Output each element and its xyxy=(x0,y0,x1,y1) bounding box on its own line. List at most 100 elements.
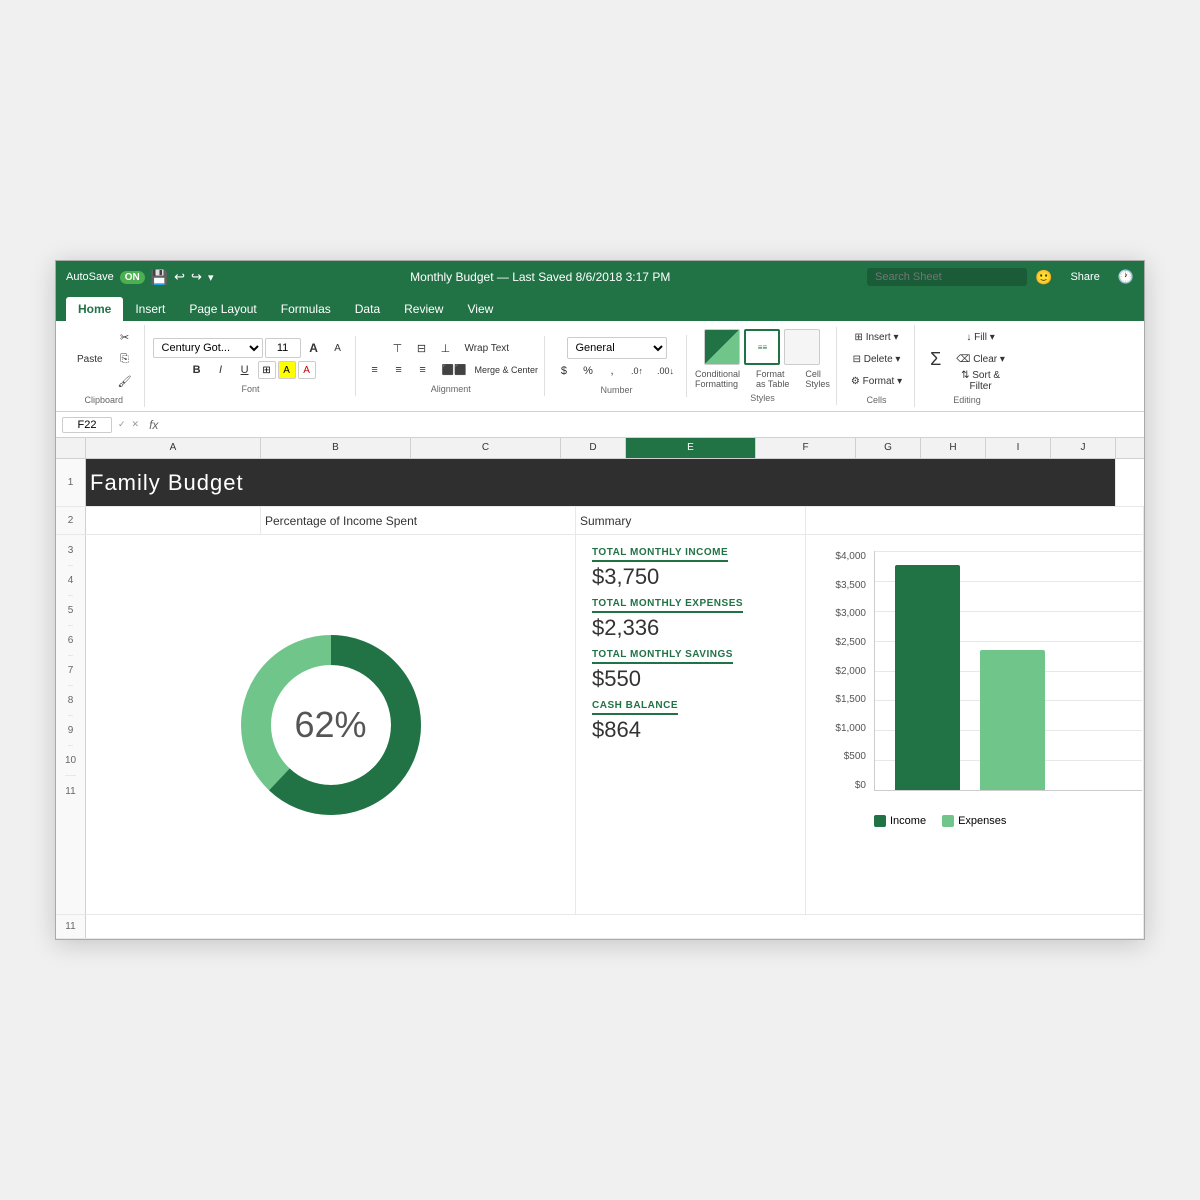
underline-button[interactable]: U xyxy=(234,360,256,380)
income-bar[interactable] xyxy=(895,565,960,790)
col-header-i[interactable]: I xyxy=(986,438,1051,458)
cell-11-empty[interactable] xyxy=(86,915,1144,938)
align-right-button[interactable]: ≡ xyxy=(412,360,434,380)
bold-button[interactable]: B xyxy=(186,360,208,380)
align-center-button[interactable]: ≡ xyxy=(388,360,410,380)
paste-button[interactable]: Paste xyxy=(70,335,110,383)
share-button[interactable]: Share xyxy=(1060,268,1109,286)
undo-icon[interactable]: ↩ xyxy=(174,269,185,285)
tab-review[interactable]: Review xyxy=(392,297,455,321)
number-format-dropdown[interactable]: General xyxy=(567,337,667,359)
increase-decimal-button[interactable]: .0↑ xyxy=(625,361,649,381)
col-header-g[interactable]: G xyxy=(856,438,921,458)
ribbon-group-styles: ≡≡ ConditionalFormatting Formatas Table … xyxy=(689,327,837,405)
tab-page-layout[interactable]: Page Layout xyxy=(177,297,268,321)
cell-b2[interactable] xyxy=(86,507,261,534)
autofill-button[interactable]: ↓ Fill ▾ xyxy=(950,327,1011,347)
format-as-table-button[interactable]: ≡≡ xyxy=(744,329,780,365)
redo-icon[interactable]: ↪ xyxy=(191,269,202,285)
italic-button[interactable]: I xyxy=(210,360,232,380)
spreadsheet-title: Family Budget xyxy=(90,470,244,496)
title-bar-left: AutoSave ON 💾 ↩ ↪ ▾ xyxy=(66,269,213,286)
sheet-area: A B C D E F G H I J 1 Family Budget 2 Pe… xyxy=(56,438,1144,939)
merge-center-button[interactable]: ⬛⬛ xyxy=(436,360,473,380)
y-label-1500: $1,500 xyxy=(835,694,866,705)
title-bar-right: 🙂 Share 🕐 xyxy=(867,268,1134,286)
editing-row: Σ ↓ Fill ▾ ⌫ Clear ▾ ⇅ Sort &Filter xyxy=(923,327,1011,391)
font-family-dropdown[interactable]: Century Got... xyxy=(153,338,263,358)
col-header-a[interactable]: A xyxy=(86,438,261,458)
grow-font-button[interactable]: A xyxy=(303,338,325,358)
decrease-decimal-button[interactable]: .00↓ xyxy=(651,361,680,381)
bars-area xyxy=(874,551,1142,791)
cells-row1: ⊞ Insert ▾ ⊟ Delete ▾ ⚙ Format ▾ xyxy=(845,327,908,391)
total-expenses-value: $2,336 xyxy=(592,615,743,641)
formula-input[interactable] xyxy=(166,418,1138,432)
fill-color-button[interactable]: A xyxy=(278,361,296,379)
cell-reference-input[interactable] xyxy=(62,417,112,433)
shrink-font-button[interactable]: A xyxy=(327,338,349,358)
percent-button[interactable]: % xyxy=(577,361,599,381)
copy-button[interactable]: ⎘ xyxy=(112,349,138,369)
align-row1: ⊤ ⊟ ⊥ Wrap Text xyxy=(386,338,515,358)
border-color-button[interactable]: ⊞ xyxy=(258,361,276,379)
font-size-input[interactable] xyxy=(265,338,301,358)
comma-button[interactable]: , xyxy=(601,361,623,381)
search-input[interactable] xyxy=(867,268,1027,286)
dollar-button[interactable]: $ xyxy=(553,361,575,381)
align-bottom-button[interactable]: ⊥ xyxy=(434,338,456,358)
row-num-header xyxy=(56,438,86,458)
wrap-text-button[interactable]: Wrap Text xyxy=(458,338,515,358)
delete-button[interactable]: ⊟ Delete ▾ xyxy=(845,349,908,369)
column-headers: A B C D E F G H I J xyxy=(56,438,1144,459)
tab-view[interactable]: View xyxy=(455,297,505,321)
cell-f2[interactable]: Summary xyxy=(576,507,806,534)
save-icon[interactable]: 💾 xyxy=(151,269,168,286)
format-as-table-label: Formatas Table xyxy=(756,369,789,389)
cell-styles-button[interactable] xyxy=(784,329,820,365)
row-num-1: 1 xyxy=(56,459,86,506)
total-savings-value: $550 xyxy=(592,666,733,692)
row-num-8: 8 xyxy=(68,686,74,716)
col-header-e[interactable]: E xyxy=(626,438,756,458)
conditional-formatting-button[interactable] xyxy=(704,329,740,365)
title-cell[interactable]: Family Budget xyxy=(86,459,1116,506)
clipboard-label: Clipboard xyxy=(85,395,124,405)
tab-data[interactable]: Data xyxy=(343,297,392,321)
cut-button[interactable]: ✂ xyxy=(112,327,138,347)
y-label-1000: $1,000 xyxy=(835,723,866,734)
ribbon-group-clipboard: Paste ✂ ⎘ 🖌 Clipboard xyxy=(64,325,145,407)
cell-c2[interactable]: Percentage of Income Spent xyxy=(261,507,576,534)
chart-legend: Income Expenses xyxy=(822,815,1142,827)
align-left-button[interactable]: ≡ xyxy=(364,360,386,380)
col-header-d[interactable]: D xyxy=(561,438,626,458)
format-button[interactable]: ⚙ Format ▾ xyxy=(845,371,908,391)
title-bar-center: Monthly Budget — Last Saved 8/6/2018 3:1… xyxy=(213,270,867,284)
sum-button[interactable]: Σ xyxy=(923,335,948,383)
col-header-h[interactable]: H xyxy=(921,438,986,458)
y-label-0: $0 xyxy=(855,780,866,791)
history-icon[interactable]: 🕐 xyxy=(1118,269,1134,285)
sort-filter-button[interactable]: ⇅ Sort &Filter xyxy=(950,371,1011,391)
col-header-f[interactable]: F xyxy=(756,438,856,458)
expenses-bar[interactable] xyxy=(980,650,1045,790)
align-top-button[interactable]: ⊤ xyxy=(386,338,408,358)
formula-cancel[interactable]: ✕ xyxy=(130,419,142,430)
font-color-button[interactable]: A xyxy=(298,361,316,379)
clear-button[interactable]: ⌫ Clear ▾ xyxy=(950,349,1011,369)
format-painter-button[interactable]: 🖌 xyxy=(112,371,138,391)
tab-insert[interactable]: Insert xyxy=(123,297,177,321)
formula-check[interactable]: ✓ xyxy=(116,419,128,430)
autosave-toggle[interactable]: ON xyxy=(120,271,145,284)
tab-formulas[interactable]: Formulas xyxy=(269,297,343,321)
editing-label: Editing xyxy=(953,395,981,405)
col-header-c[interactable]: C xyxy=(411,438,561,458)
insert-button[interactable]: ⊞ Insert ▾ xyxy=(845,327,908,347)
total-expenses-label: TOTAL MONTHLY EXPENSES xyxy=(592,598,743,613)
excel-window: AutoSave ON 💾 ↩ ↪ ▾ Monthly Budget — Las… xyxy=(55,260,1145,940)
align-middle-button[interactable]: ⊟ xyxy=(410,338,432,358)
col-header-b[interactable]: B xyxy=(261,438,411,458)
ribbon-group-font: Century Got... A A B I U ⊞ A A Font xyxy=(147,336,356,396)
tab-home[interactable]: Home xyxy=(66,297,123,321)
col-header-j[interactable]: J xyxy=(1051,438,1116,458)
